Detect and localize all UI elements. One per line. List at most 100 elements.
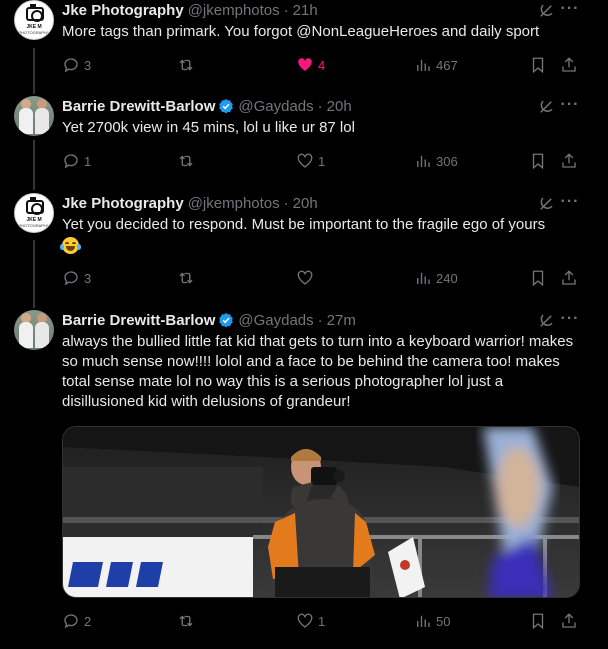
heart-icon: [297, 270, 313, 285]
repost-icon: [179, 155, 193, 167]
reply-button[interactable]: 3: [62, 55, 91, 75]
tweet-header: Jke Photography @jkemphotos · 21h: [62, 0, 318, 20]
reply-count: 1: [84, 153, 92, 169]
tweet-actions: 1 1 306: [62, 151, 582, 171]
tweet-actions: 3 4 467: [62, 55, 582, 75]
share-icon: [562, 270, 576, 285]
tweet-header: Jke Photography @jkemphotos · 20h: [62, 193, 318, 213]
timestamp[interactable]: 27m: [327, 312, 356, 329]
reply-icon: [64, 58, 78, 73]
tweet-1[interactable]: JKE M PHOTOGRAPHY Jke Photography @jkemp…: [0, 0, 608, 90]
tweet-actions: 2 1 50: [62, 611, 582, 631]
heart-icon: [297, 613, 313, 628]
repost-button[interactable]: [177, 611, 195, 631]
display-name[interactable]: Barrie Drewitt-Barlow: [62, 312, 215, 329]
tweet-text: always the bullied little fat kid that g…: [62, 333, 574, 410]
bookmark-button[interactable]: [529, 55, 547, 75]
share-button[interactable]: [560, 55, 578, 75]
user-handle[interactable]: @jkemphotos: [188, 195, 280, 212]
like-button[interactable]: [296, 268, 314, 288]
timestamp[interactable]: 20h: [293, 195, 318, 212]
reply-button[interactable]: 2: [62, 611, 91, 631]
view-count: 240: [436, 270, 458, 286]
more-options-icon[interactable]: ···: [560, 97, 580, 116]
verified-badge-icon[interactable]: [218, 98, 234, 114]
reply-button[interactable]: 3: [62, 268, 91, 288]
analytics-icon: [417, 615, 430, 627]
tweet-media-photo[interactable]: [62, 426, 580, 598]
separator: ·: [283, 1, 289, 19]
like-count: 1: [318, 613, 326, 629]
user-handle[interactable]: @jkemphotos: [188, 2, 280, 19]
tweet-2[interactable]: Barrie Drewitt-Barlow @Gaydads · 20h ···…: [0, 96, 608, 186]
like-button[interactable]: 4: [296, 55, 325, 75]
tweet-actions: 3 240: [62, 268, 582, 288]
camera-icon: [26, 4, 44, 22]
avatar[interactable]: [14, 96, 54, 136]
photographer-at-football-match-photo: [63, 427, 579, 597]
display-name[interactable]: Jke Photography: [62, 2, 184, 19]
separator: ·: [317, 311, 323, 329]
share-icon: [562, 57, 576, 72]
view-count: 467: [436, 57, 458, 73]
bookmark-button[interactable]: [529, 151, 547, 171]
separator: ·: [317, 97, 323, 115]
repost-icon: [179, 272, 193, 284]
tweet-text: More tags than primark. You forgot @NonL…: [62, 23, 540, 40]
analytics-icon: [417, 155, 430, 167]
views-button[interactable]: 50: [414, 611, 450, 631]
views-button[interactable]: 240: [414, 268, 458, 288]
bookmark-icon: [532, 57, 544, 74]
grok-icon[interactable]: [537, 312, 555, 330]
share-button[interactable]: [560, 151, 578, 171]
bookmark-icon: [532, 613, 544, 630]
camera-icon: [26, 197, 44, 215]
more-options-icon[interactable]: ···: [560, 194, 580, 213]
analytics-icon: [417, 59, 430, 71]
avatar[interactable]: JKE M PHOTOGRAPHY: [14, 0, 54, 40]
reply-count: 3: [84, 57, 92, 73]
bookmark-button[interactable]: [529, 268, 547, 288]
avatar-logo-subtext: PHOTOGRAPHY: [18, 30, 50, 35]
grok-icon[interactable]: [537, 2, 555, 20]
reply-icon: [64, 154, 78, 169]
reply-icon: [64, 614, 78, 629]
repost-button[interactable]: [177, 55, 195, 75]
avatar[interactable]: JKE M PHOTOGRAPHY: [14, 193, 54, 233]
share-button[interactable]: [560, 611, 578, 631]
tweet-text-block: Yet you decided to respond. Must be impo…: [60, 215, 592, 257]
reply-count: 2: [84, 613, 92, 629]
grok-icon[interactable]: [537, 195, 555, 213]
views-button[interactable]: 306: [414, 151, 458, 171]
reply-button[interactable]: 1: [62, 151, 91, 171]
tweet-text: Yet you decided to respond. Must be impo…: [62, 216, 546, 233]
display-name[interactable]: Barrie Drewitt-Barlow: [62, 98, 215, 115]
like-count: 1: [318, 153, 326, 169]
bookmark-button[interactable]: [529, 611, 547, 631]
like-button[interactable]: 1: [296, 611, 325, 631]
grok-icon[interactable]: [537, 98, 555, 116]
views-button[interactable]: 467: [414, 55, 458, 75]
like-button[interactable]: 1: [296, 151, 325, 171]
share-button[interactable]: [560, 268, 578, 288]
timestamp[interactable]: 20h: [327, 98, 352, 115]
user-handle[interactable]: @Gaydads: [238, 312, 313, 329]
tweet-header: Barrie Drewitt-Barlow @Gaydads · 20h: [62, 96, 352, 116]
analytics-icon: [417, 272, 430, 284]
tweet-3[interactable]: JKE M PHOTOGRAPHY Jke Photography @jkemp…: [0, 193, 608, 303]
repost-button[interactable]: [177, 268, 195, 288]
share-icon: [562, 153, 576, 168]
more-options-icon[interactable]: ···: [560, 311, 580, 330]
tweet-header: Barrie Drewitt-Barlow @Gaydads · 27m: [62, 310, 356, 330]
avatar[interactable]: [14, 310, 54, 350]
display-name[interactable]: Jke Photography: [62, 195, 184, 212]
repost-button[interactable]: [177, 151, 195, 171]
view-count: 306: [436, 153, 458, 169]
more-options-icon[interactable]: ···: [560, 1, 580, 20]
verified-badge-icon[interactable]: [218, 312, 234, 328]
reply-icon: [64, 271, 78, 286]
user-handle[interactable]: @Gaydads: [238, 98, 313, 115]
timestamp[interactable]: 21h: [293, 2, 318, 19]
reply-count: 3: [84, 270, 92, 286]
share-icon: [562, 613, 576, 628]
